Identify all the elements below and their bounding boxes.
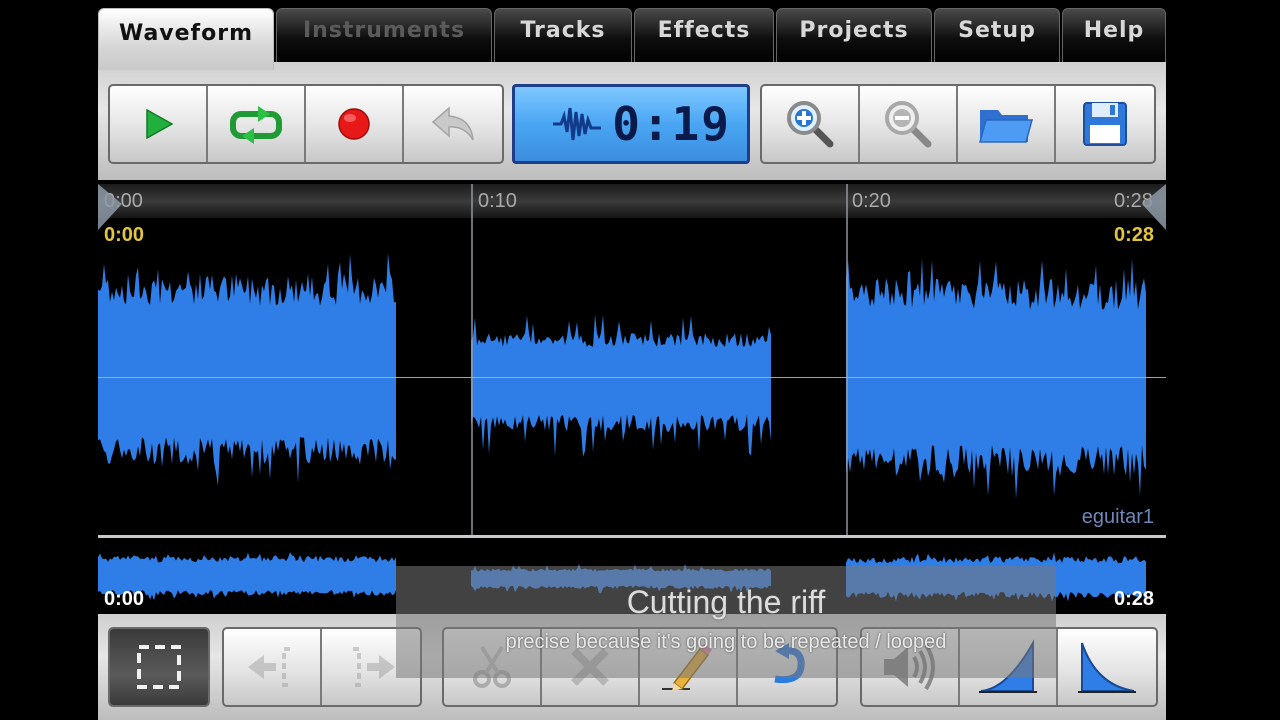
save-button[interactable] xyxy=(1056,86,1154,162)
waveform-icon xyxy=(553,107,601,141)
overview-start-label: 0:00 xyxy=(104,588,145,610)
waveform-segment-3 xyxy=(846,258,1146,499)
waveform-segment-1 xyxy=(98,253,396,486)
ruler-label-20: 0:20 xyxy=(852,190,891,212)
select-all-button[interactable] xyxy=(110,629,208,705)
loop-button[interactable] xyxy=(208,86,306,162)
selection-button-group xyxy=(108,627,210,707)
caption-title: Cutting the riff xyxy=(626,584,826,620)
move-left-icon xyxy=(248,647,290,687)
move-right-icon xyxy=(353,647,395,687)
timeline-ruler[interactable] xyxy=(98,184,1166,218)
marker-line-10 xyxy=(471,184,473,536)
tab-effects[interactable]: Effects xyxy=(634,8,774,64)
waveform-center-line xyxy=(98,377,1166,378)
selection-start-label: 0:00 xyxy=(104,224,145,246)
tab-instruments[interactable]: Instruments xyxy=(276,8,492,64)
open-button[interactable] xyxy=(958,86,1056,162)
caption-subtitle: precise because it's going to be repeate… xyxy=(505,631,947,653)
save-icon xyxy=(1083,102,1127,146)
move-button-group xyxy=(222,627,422,707)
overview-separator xyxy=(98,535,1166,538)
time-display-value: 0:19 xyxy=(612,97,731,151)
folder-icon xyxy=(979,110,1033,143)
waveform-segment-2 xyxy=(471,314,771,457)
zoom-out-icon xyxy=(885,101,932,148)
tab-tracks[interactable]: Tracks xyxy=(494,8,632,64)
tab-help[interactable]: Help xyxy=(1062,8,1166,64)
record-icon xyxy=(338,108,370,140)
app-window: Waveform Instruments Tracks Effects Proj… xyxy=(98,0,1166,720)
track-name: eguitar1 xyxy=(1081,506,1154,528)
undo-button[interactable] xyxy=(404,86,502,162)
tab-waveform[interactable]: Waveform xyxy=(98,8,274,70)
record-button[interactable] xyxy=(306,86,404,162)
overview-end-label: 0:28 xyxy=(1114,588,1155,610)
zoom-in-icon xyxy=(787,101,834,148)
play-button[interactable] xyxy=(110,86,208,162)
ruler-label-10: 0:10 xyxy=(478,190,517,212)
video-caption: Cutting the riff precise because it's go… xyxy=(396,566,1056,678)
tab-bar: Waveform Instruments Tracks Effects Proj… xyxy=(98,8,1166,70)
selection-end-label: 0:28 xyxy=(1114,224,1155,246)
zoom-in-button[interactable] xyxy=(762,86,860,162)
fade-out-icon xyxy=(1078,642,1136,693)
fade-out-button[interactable] xyxy=(1058,629,1156,705)
transport-button-group xyxy=(108,84,504,164)
play-icon xyxy=(146,108,174,140)
view-button-group xyxy=(760,84,1156,164)
time-display: 0:19 xyxy=(512,84,750,164)
marker-line-20 xyxy=(846,184,848,536)
tab-setup[interactable]: Setup xyxy=(934,8,1060,64)
tab-projects[interactable]: Projects xyxy=(776,8,932,64)
selection-icon xyxy=(137,645,181,689)
move-left-button[interactable] xyxy=(224,629,322,705)
loop-icon xyxy=(230,106,282,144)
zoom-out-button[interactable] xyxy=(860,86,958,162)
undo-icon xyxy=(431,106,474,141)
